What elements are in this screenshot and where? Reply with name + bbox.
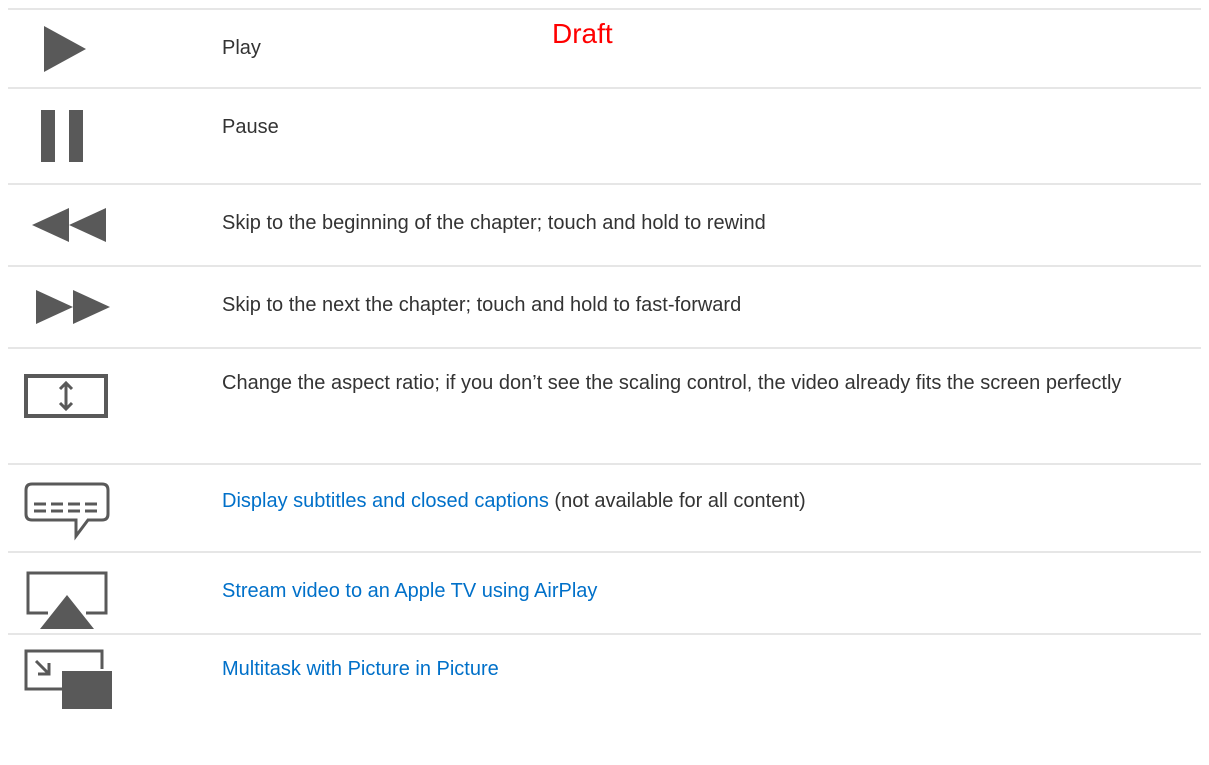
aspect-ratio-icon — [24, 374, 108, 418]
table-row: Display subtitles and closed captions (n… — [8, 465, 1201, 553]
fast-forward-icon — [36, 290, 110, 324]
row-description: Skip to the next the chapter; touch and … — [222, 294, 742, 316]
rewind-icon — [32, 208, 106, 242]
row-description: Pause — [222, 116, 279, 138]
table-row: Change the aspect ratio; if you don’t se… — [8, 349, 1201, 465]
subtitles-link[interactable]: Display subtitles and closed captions — [222, 490, 549, 512]
row-description: Skip to the beginning of the chapter; to… — [222, 212, 766, 234]
picture-in-picture-icon — [24, 649, 112, 709]
icon-cell — [8, 465, 208, 551]
controls-table: Play Pause Skip to the beginning of the … — [8, 8, 1201, 765]
airplay-link[interactable]: Stream video to an Apple TV using AirPla… — [222, 580, 597, 602]
table-row: Skip to the beginning of the chapter; to… — [8, 185, 1201, 267]
table-row: Pause — [8, 89, 1201, 185]
subtitles-icon — [24, 482, 110, 541]
play-icon — [44, 26, 86, 72]
icon-cell — [8, 89, 208, 183]
row-description: Play — [222, 37, 261, 59]
icon-cell — [8, 267, 208, 347]
pause-icon — [41, 110, 83, 162]
row-description: Stream video to an Apple TV using AirPla… — [222, 573, 1181, 609]
table-row: Play — [8, 10, 1201, 89]
icon-cell — [8, 10, 208, 87]
row-note: (not available for all content) — [548, 490, 806, 512]
airplay-icon — [26, 571, 108, 629]
table-row: Stream video to an Apple TV using AirPla… — [8, 553, 1201, 635]
table-row: Skip to the next the chapter; touch and … — [8, 267, 1201, 349]
row-description: Change the aspect ratio; if you don’t se… — [222, 372, 1122, 394]
icon-cell — [8, 349, 208, 463]
picture-in-picture-link[interactable]: Multitask with Picture in Picture — [222, 658, 499, 680]
row-description: Display subtitles and closed captions (n… — [222, 483, 1181, 519]
icon-cell — [8, 185, 208, 265]
table-row: Multitask with Picture in Picture — [8, 635, 1201, 765]
icon-cell — [8, 553, 208, 633]
row-description: Multitask with Picture in Picture — [222, 651, 1181, 687]
icon-cell — [8, 635, 208, 765]
